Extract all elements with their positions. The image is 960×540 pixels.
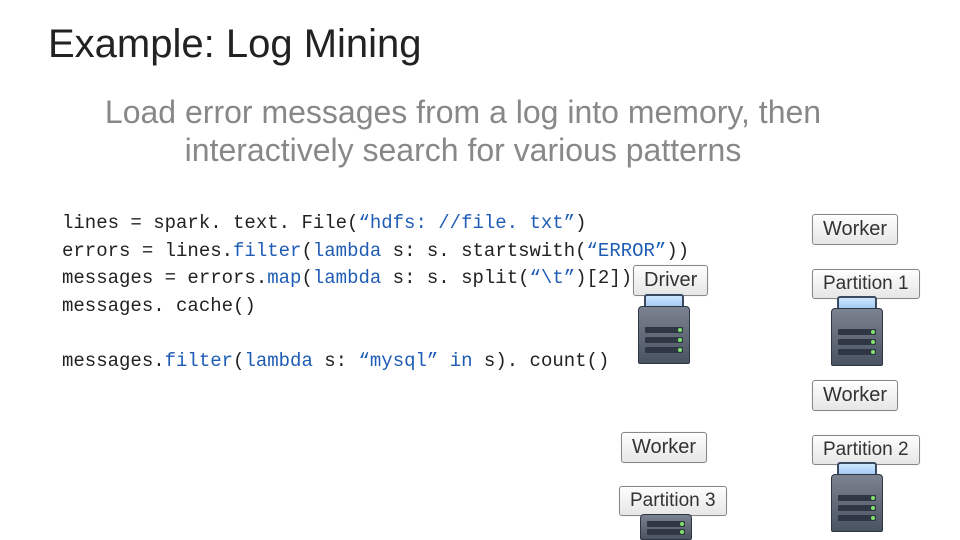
code-string: “ERROR” — [587, 240, 667, 262]
code-string: “\t” — [530, 267, 576, 289]
worker-1-label: Worker — [812, 214, 898, 245]
code-text: lines = spark. text. File( — [62, 212, 358, 234]
code-text: errors = lines. — [62, 240, 233, 262]
code-text: s: s. split( — [381, 267, 529, 289]
code-text: s: s. startswith( — [381, 240, 586, 262]
code-text: messages. — [62, 350, 165, 372]
code-text: messages = errors. — [62, 267, 267, 289]
code-text: )) — [666, 240, 689, 262]
server-icon — [831, 296, 883, 366]
worker-3-label: Worker — [621, 432, 707, 463]
code-string: “hdfs: //file. txt” — [358, 212, 575, 234]
code-text: s: — [313, 350, 359, 372]
server-icon — [638, 294, 690, 364]
partition-1-label: Partition 1 — [812, 269, 920, 299]
code-call: filter — [165, 350, 233, 372]
server-icon — [831, 462, 883, 532]
code-text: s). count() — [473, 350, 610, 372]
code-block: lines = spark. text. File(“hdfs: //file.… — [62, 210, 689, 375]
code-text: messages. cache() — [62, 295, 256, 317]
code-call: map — [267, 267, 301, 289]
driver-label: Driver — [633, 265, 708, 296]
worker-2-label: Worker — [812, 380, 898, 411]
slide-subtitle: Load error messages from a log into memo… — [48, 94, 878, 170]
code-text: ( — [301, 240, 312, 262]
code-keyword: in — [438, 350, 472, 372]
code-text: ( — [233, 350, 244, 372]
partition-3-label: Partition 3 — [619, 486, 727, 516]
slide: Example: Log Mining Load error messages … — [0, 0, 960, 540]
code-keyword: lambda — [313, 240, 381, 262]
code-call: filter — [233, 240, 301, 262]
code-keyword: lambda — [244, 350, 312, 372]
slide-title: Example: Log Mining — [48, 22, 422, 67]
code-keyword: lambda — [313, 267, 381, 289]
server-icon — [640, 514, 692, 540]
code-string: “mysql” — [358, 350, 438, 372]
code-text: ( — [301, 267, 312, 289]
code-text: ) — [575, 212, 586, 234]
partition-2-label: Partition 2 — [812, 435, 920, 465]
code-text: )[2]) — [575, 267, 632, 289]
